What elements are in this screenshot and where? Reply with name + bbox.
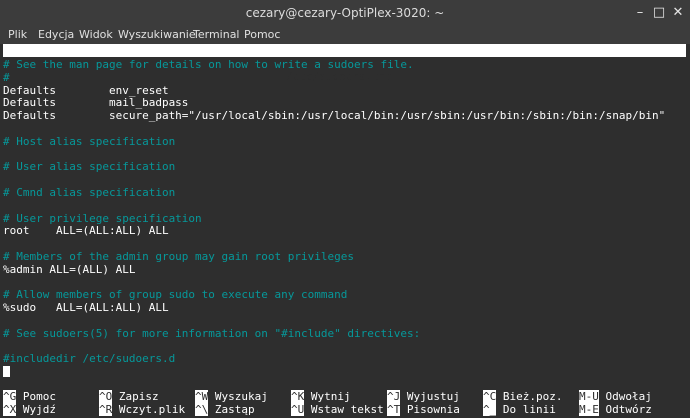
code-line: root ALL=(ALL:ALL) ALL <box>3 224 169 238</box>
minimize-icon[interactable]: – <box>632 5 648 21</box>
menu-terminal[interactable]: Terminal <box>193 26 240 44</box>
comment-line: # Host alias specification <box>3 134 176 148</box>
close-icon[interactable]: ✕ <box>670 5 686 21</box>
shortcut-key: ^C <box>483 390 497 403</box>
shortcut-label: Odwołaj <box>598 390 652 403</box>
comment-line: # Members of the admin group may gain ro… <box>3 250 354 263</box>
comment-line: # Cmnd alias specification <box>3 186 176 199</box>
shortcut-label: Wyjdź <box>16 403 56 416</box>
shortcut-do-linii[interactable]: ^_ Do linii <box>483 403 556 416</box>
shortcut-wczyt-plik[interactable]: ^R Wczyt.plik <box>99 403 185 416</box>
shortcut-wytnij[interactable]: ^K Wytnij <box>291 390 351 403</box>
shortcut-key: M-E <box>579 403 599 416</box>
menu-bar: Plik Edycja Widok Wyszukiwanie Terminal … <box>0 26 690 44</box>
comment-line: # See sudoers(5) for more information on… <box>3 326 421 340</box>
comment-line: #includedir /etc/sudoers.d <box>3 352 176 366</box>
shortcut-key: ^G <box>3 390 17 403</box>
shortcut-pisownia[interactable]: ^T Pisownia <box>387 403 460 416</box>
title-bar[interactable]: cezary@cezary-OptiPlex-3020: ~ – □ ✕ <box>0 0 690 27</box>
shortcut-label: Wczyt.plik <box>112 403 186 416</box>
shortcut-label: Wyjustuj <box>400 390 460 403</box>
shortcut-label: Pisownia <box>400 403 460 416</box>
shortcut-key: ^U <box>291 403 305 416</box>
code-line: Defaults mail_badpass <box>3 96 189 110</box>
shortcut-wstaw-tekst[interactable]: ^U Wstaw tekst <box>291 403 384 416</box>
shortcut-key: ^\ <box>195 403 209 416</box>
shortcut-odtwórz[interactable]: M-E Odtwórz <box>579 403 652 416</box>
nano-filename: /etc/sudoers.tmp <box>286 70 392 83</box>
menu-widok[interactable]: Widok <box>79 26 113 44</box>
shortcut-label: Wyszukaj <box>208 390 268 403</box>
comment-line: # Allow members of group sudo to execute… <box>3 288 348 302</box>
shortcut-label: Zapisz <box>112 390 159 403</box>
text-cursor <box>3 366 10 377</box>
shortcut-key: ^J <box>387 390 401 403</box>
code-line: Defaults env_reset <box>3 83 169 97</box>
code-line: %admin ALL=(ALL) ALL <box>3 262 136 276</box>
shortcut-label: Bież.poz. <box>496 390 563 403</box>
shortcut-pomoc[interactable]: ^G Pomoc <box>3 390 56 403</box>
shortcut-key: M-U <box>579 390 599 403</box>
comment-line: # User privilege specification <box>3 211 202 225</box>
shortcut-wyjdź[interactable]: ^X Wyjdź <box>3 403 56 416</box>
comment-line: # See the man page for details on how to… <box>3 58 414 71</box>
shortcut-key: ^X <box>3 403 17 416</box>
maximize-icon[interactable]: □ <box>651 5 667 21</box>
shortcut-key: ^R <box>99 403 113 416</box>
shortcut-key: ^_ <box>483 403 497 416</box>
shortcut-odwołaj[interactable]: M-U Odwołaj <box>579 390 652 403</box>
menu-edycja[interactable]: Edycja <box>38 26 74 44</box>
code-line: %sudo ALL=(ALL:ALL) ALL <box>3 301 169 315</box>
menu-wyszukiwanie[interactable]: Wyszukiwanie <box>118 26 196 44</box>
shortcut-key: ^W <box>195 390 209 403</box>
shortcut-label: Zastąp <box>208 403 255 416</box>
scrollbar[interactable] <box>686 44 690 418</box>
shortcut-label: Do linii <box>496 403 556 416</box>
terminal-area[interactable]: GNU nano 4.8 /etc/sudoers.tmp # See the … <box>0 44 690 418</box>
shortcut-label: Pomoc <box>16 390 56 403</box>
shortcut-bież-poz-[interactable]: ^C Bież.poz. <box>483 390 562 403</box>
window-title: cezary@cezary-OptiPlex-3020: ~ <box>245 6 445 20</box>
menu-pomoc[interactable]: Pomoc <box>244 26 280 44</box>
shortcut-wyjustuj[interactable]: ^J Wyjustuj <box>387 390 460 403</box>
shortcut-zastąp[interactable]: ^\ Zastąp <box>195 403 255 416</box>
code-line: Defaults secure_path="/usr/local/sbin:/u… <box>3 109 666 123</box>
shortcut-label: Wytnij <box>304 390 351 403</box>
comment-line: # <box>3 70 10 84</box>
shortcut-key: ^O <box>99 390 113 403</box>
shortcut-label: Wstaw tekst <box>304 403 384 416</box>
menu-plik[interactable]: Plik <box>8 26 27 44</box>
nano-header: GNU nano 4.8 /etc/sudoers.tmp <box>3 44 687 83</box>
comment-line: # User alias specification <box>3 160 176 174</box>
shortcut-key: ^T <box>387 403 401 416</box>
shortcut-key: ^K <box>291 390 305 403</box>
shortcut-zapisz[interactable]: ^O Zapisz <box>99 390 159 403</box>
shortcut-label: Odtwórz <box>598 403 652 416</box>
shortcut-wyszukaj[interactable]: ^W Wyszukaj <box>195 390 268 403</box>
